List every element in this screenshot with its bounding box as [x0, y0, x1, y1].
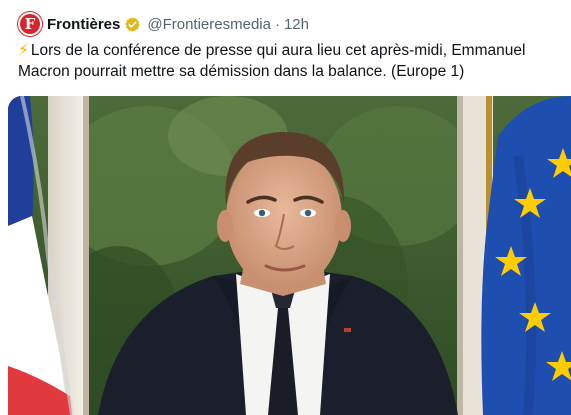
high-voltage-icon: ⚡: [18, 42, 29, 59]
portrait-photo: [8, 96, 571, 415]
avatar-letter: F: [24, 15, 36, 33]
tweet-media-image[interactable]: [8, 96, 571, 415]
tweet-timestamp[interactable]: 12h: [284, 16, 309, 33]
verified-badge-icon: [125, 16, 141, 32]
author-avatar[interactable]: F: [18, 12, 42, 36]
author-name[interactable]: Frontières: [47, 16, 120, 33]
tweet-text: ⚡ Lors de la conférence de presse qui aur…: [18, 40, 558, 82]
tweet-header: Frontières @Frontieresmedia · 12h: [47, 11, 309, 37]
author-handle[interactable]: @Frontieresmedia: [147, 16, 271, 33]
tweet-body: Lors de la conférence de presse qui aura…: [18, 42, 526, 80]
separator-dot: ·: [274, 15, 280, 33]
